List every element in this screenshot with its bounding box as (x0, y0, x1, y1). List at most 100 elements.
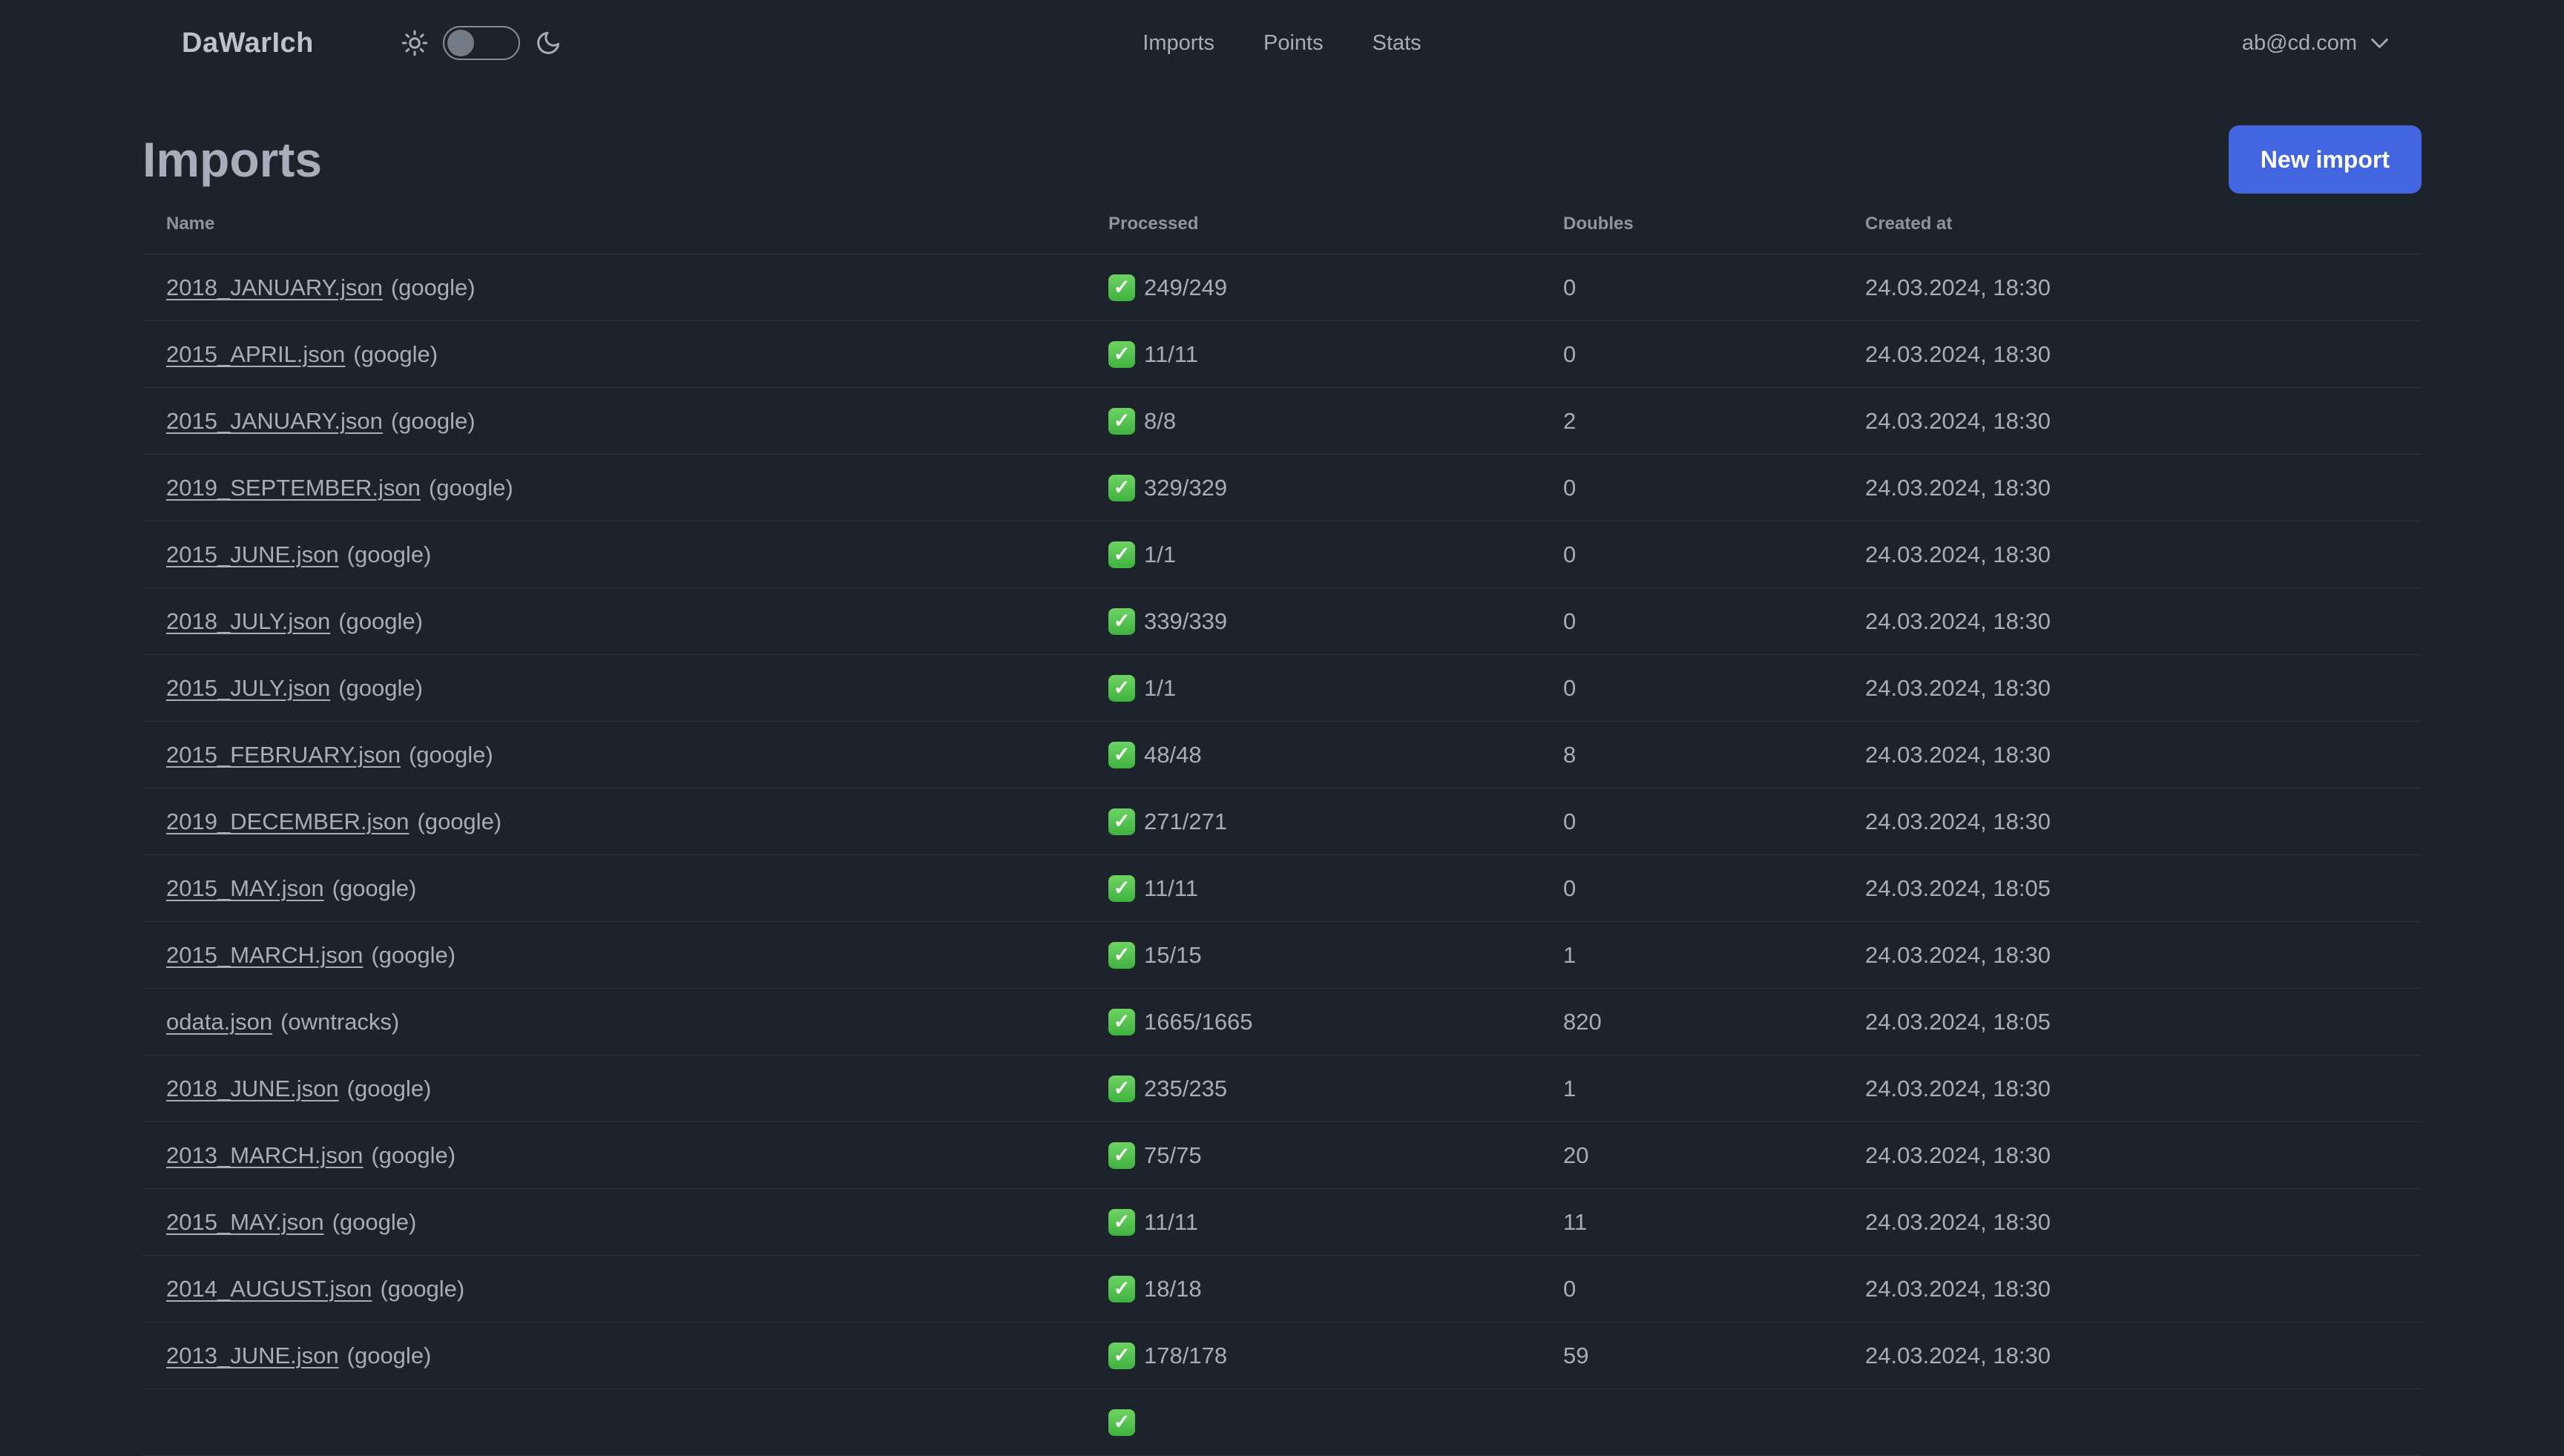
import-source: (google) (346, 541, 432, 567)
name-cell: 2018_JANUARY.json (google) (142, 274, 1085, 301)
doubles-cell: 0 (1563, 340, 1577, 367)
processed-cell: ✓ 75/75 (1085, 1142, 1539, 1169)
import-source: (google) (371, 1142, 456, 1168)
processed-count: 18/18 (1144, 1275, 1202, 1302)
doubles-cell: 0 (1563, 607, 1577, 634)
import-file-link[interactable]: 2015_APRIL.json (166, 341, 345, 367)
name-cell (142, 1409, 1085, 1436)
import-file-link[interactable]: 2015_MAY.json (166, 875, 324, 901)
processed-count: 235/235 (1144, 1075, 1228, 1101)
moon-icon (535, 30, 562, 56)
name-cell: 2015_MAY.json (google) (142, 875, 1085, 902)
theme-toggle[interactable] (442, 26, 520, 60)
processed-count: 8/8 (1144, 407, 1177, 434)
new-import-button[interactable]: New import (2228, 125, 2422, 194)
import-file-link[interactable]: 2015_JUNE.json (166, 541, 339, 567)
doubles-cell: 0 (1563, 274, 1577, 300)
import-file-link[interactable]: 2015_MARCH.json (166, 942, 363, 968)
processed-count: 339/339 (1144, 607, 1228, 634)
table-row: 2019_SEPTEMBER.json (google) ✓ 329/329 0 … (142, 455, 2422, 521)
doubles-cell: 1 (1563, 941, 1577, 968)
processed-count: 271/271 (1144, 808, 1228, 834)
doubles-cell: 0 (1563, 874, 1577, 901)
check-icon: ✓ (1108, 1142, 1135, 1169)
name-cell: 2015_JUNE.json (google) (142, 541, 1085, 568)
imports-page: Imports New import Name Processed Double… (0, 125, 2564, 1456)
table-row: 2014_AUGUST.json (google) ✓ 18/18 0 24.03… (142, 1256, 2422, 1322)
processed-cell: ✓ 18/18 (1085, 1275, 1539, 1302)
table-row: 2015_JANUARY.json (google) ✓ 8/8 2 24.03.… (142, 388, 2422, 455)
sun-icon (401, 30, 428, 56)
theme-switcher (401, 26, 562, 60)
imports-table: Name Processed Doubles Created at 2018_J… (142, 194, 2422, 1456)
doubles-cell: 0 (1563, 808, 1577, 834)
import-source: (owntracks) (280, 1008, 400, 1035)
doubles-cell: 0 (1563, 674, 1577, 701)
table-row: 2013_JUNE.json (google) ✓ 178/178 59 24.0… (142, 1322, 2422, 1389)
import-file-link[interactable]: 2018_JUNE.json (166, 1075, 339, 1101)
import-file-link[interactable]: 2015_FEBRUARY.json (166, 742, 401, 768)
import-file-link[interactable]: 2013_JUNE.json (166, 1343, 339, 1368)
top-navbar: DaWarIch Imports Points Stats ab@cd.com (0, 0, 2564, 86)
check-icon: ✓ (1108, 274, 1135, 301)
import-file-link[interactable]: 2013_MARCH.json (166, 1142, 363, 1168)
created-at-cell: 24.03.2024, 18:30 (1865, 274, 2051, 300)
table-row: 2019_DECEMBER.json (google) ✓ 271/271 0 2… (142, 788, 2422, 855)
import-file-link[interactable]: 2014_AUGUST.json (166, 1276, 372, 1302)
nav-link-stats[interactable]: Stats (1373, 31, 1421, 56)
name-cell: 2019_SEPTEMBER.json (google) (142, 475, 1085, 501)
import-file-link[interactable]: 2019_DECEMBER.json (166, 808, 409, 834)
import-source: (google) (353, 340, 438, 367)
doubles-cell: 0 (1563, 541, 1577, 567)
page-title: Imports (142, 132, 323, 187)
created-at-cell: 24.03.2024, 18:30 (1865, 1275, 2051, 1302)
processed-cell: ✓ 339/339 (1085, 607, 1539, 635)
nav-link-points[interactable]: Points (1263, 31, 1324, 56)
import-file-link[interactable]: odata.json (166, 1009, 272, 1035)
processed-cell: ✓ 11/11 (1085, 340, 1539, 368)
check-icon: ✓ (1108, 1075, 1135, 1102)
doubles-cell: 820 (1563, 1008, 1602, 1035)
check-icon: ✓ (1108, 1409, 1135, 1436)
import-source: (google) (332, 874, 417, 901)
column-header-created-at: Created at (1865, 213, 1953, 234)
name-cell: 2015_JANUARY.json (google) (142, 408, 1085, 435)
name-cell: 2018_JULY.json (google) (142, 608, 1085, 635)
check-icon: ✓ (1108, 674, 1135, 702)
import-file-link[interactable]: 2015_MAY.json (166, 1209, 324, 1235)
import-source: (google) (346, 1342, 432, 1368)
processed-count: 11/11 (1144, 340, 1198, 367)
created-at-cell: 24.03.2024, 18:30 (1865, 607, 2051, 634)
import-file-link[interactable]: 2015_JANUARY.json (166, 408, 383, 434)
table-row: 2015_MARCH.json (google) ✓ 15/15 1 24.03.… (142, 922, 2422, 989)
import-file-link[interactable]: 2015_JULY.json (166, 675, 330, 701)
name-cell: 2013_JUNE.json (google) (142, 1343, 1085, 1369)
column-header-doubles: Doubles (1563, 213, 1634, 234)
check-icon: ✓ (1108, 541, 1135, 568)
chevron-down-icon (2370, 30, 2389, 49)
name-cell: 2013_MARCH.json (google) (142, 1142, 1085, 1169)
check-icon: ✓ (1108, 1342, 1135, 1369)
app-logo[interactable]: DaWarIch (182, 27, 314, 59)
processed-cell: ✓ (1085, 1409, 1539, 1436)
import-file-link[interactable]: 2019_SEPTEMBER.json (166, 475, 421, 501)
name-cell: 2019_DECEMBER.json (google) (142, 808, 1085, 835)
processed-count: 1/1 (1144, 541, 1177, 567)
created-at-cell: 24.03.2024, 18:30 (1865, 1075, 2051, 1101)
name-cell: 2014_AUGUST.json (google) (142, 1276, 1085, 1302)
name-cell: 2015_JULY.json (google) (142, 675, 1085, 702)
table-row: 2018_JULY.json (google) ✓ 339/339 0 24.03… (142, 588, 2422, 655)
table-body: 2018_JANUARY.json (google) ✓ 249/249 0 24… (142, 254, 2422, 1456)
table-row: 2015_JUNE.json (google) ✓ 1/1 0 24.03.202… (142, 521, 2422, 588)
processed-cell: ✓ 11/11 (1085, 874, 1539, 902)
processed-cell: ✓ 8/8 (1085, 407, 1539, 435)
created-at-cell: 24.03.2024, 18:30 (1865, 1142, 2051, 1168)
import-file-link[interactable]: 2018_JULY.json (166, 608, 330, 634)
nav-link-imports[interactable]: Imports (1143, 31, 1214, 56)
doubles-cell: 2 (1563, 407, 1577, 434)
name-cell: 2018_JUNE.json (google) (142, 1075, 1085, 1102)
user-menu[interactable]: ab@cd.com (2242, 30, 2389, 56)
import-file-link[interactable]: 2018_JANUARY.json (166, 274, 383, 300)
column-header-name: Name (166, 213, 215, 234)
created-at-cell: 24.03.2024, 18:30 (1865, 1208, 2051, 1235)
